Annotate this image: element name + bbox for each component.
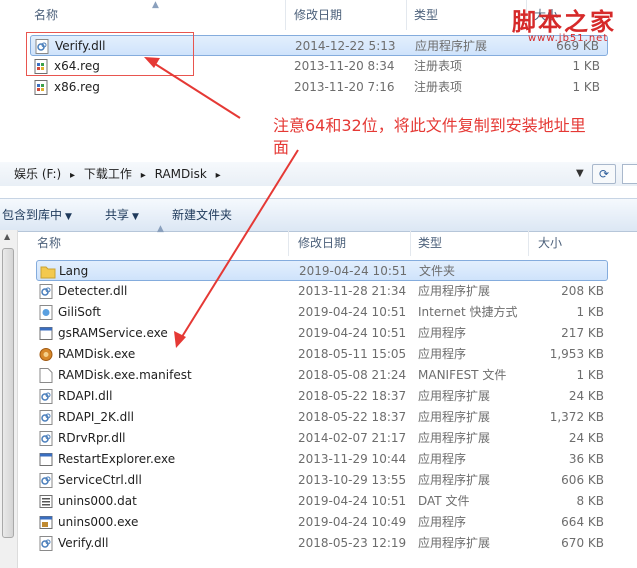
annotation-arrows [144, 57, 299, 348]
arrow-to-top-files [151, 61, 241, 119]
arrow-to-bottom-files [179, 149, 299, 341]
